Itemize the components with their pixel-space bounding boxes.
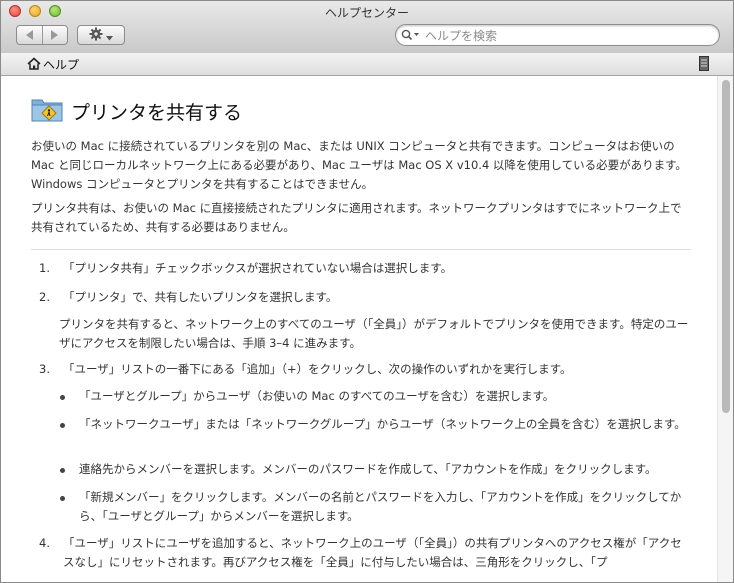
step-4-text: 「ユーザ」リストにユーザを追加すると、ネットワーク上のユーザ（「全員」）の共有プ… <box>63 536 682 569</box>
path-bar: ヘルプ <box>1 53 733 76</box>
title-bar: ヘルプセンター ヘルプを検索 <box>1 1 733 54</box>
back-forward-control <box>16 25 68 45</box>
bullet-icon <box>60 468 65 473</box>
breadcrumb-home[interactable]: ヘルプ <box>27 56 79 73</box>
breadcrumb-label: ヘルプ <box>43 58 80 72</box>
step-number: 3. <box>39 362 50 376</box>
step-number: 4. <box>39 536 50 550</box>
bookmark-icon[interactable] <box>699 56 709 75</box>
search-icon <box>401 26 421 45</box>
intro-paragraph-2: プリンタ共有は、お使いの Mac に直接接続されたプリンタに適用されます。ネット… <box>31 201 682 234</box>
back-arrow-icon <box>25 30 33 40</box>
article-content: プリンタを共有する お使いの Mac に接続されているプリンタを別の Mac、ま… <box>1 76 718 582</box>
bullet-icon <box>60 423 65 428</box>
search-field[interactable]: ヘルプを検索 <box>395 24 720 46</box>
step-2-text: 「プリンタ」で、共有したいプリンタを選択します。 <box>63 290 338 304</box>
list-item: 「ユーザとグループ」からユーザ（お使いの Mac のすべてのユーザを含む）を選択… <box>79 389 555 403</box>
forward-arrow-icon <box>51 30 59 40</box>
bullet-icon <box>60 496 65 501</box>
shared-folder-icon <box>31 96 63 126</box>
window-title: ヘルプセンター <box>324 6 409 20</box>
search-input[interactable]: ヘルプを検索 <box>425 27 497 44</box>
help-center-window: ヘルプセンター ヘルプを検索 ヘルプ プリンタを共有する お使いの Mac に接… <box>0 0 734 583</box>
forward-button[interactable] <box>43 26 68 44</box>
chevron-down-icon <box>106 26 113 45</box>
back-button[interactable] <box>17 26 43 44</box>
scrollbar-thumb[interactable] <box>722 80 730 413</box>
step-3-text: 「ユーザ」リストの一番下にある「追加」（+）をクリックし、次の操作のいずれかを実… <box>63 362 572 376</box>
gear-icon <box>89 26 103 45</box>
step-number: 2. <box>39 290 50 304</box>
action-menu-button[interactable] <box>77 25 125 45</box>
step-1-text: 「プリンタ共有」チェックボックスが選択されていない場合は選択します。 <box>63 261 453 275</box>
list-item: 連絡先からメンバーを選択します。メンバーのパスワードを作成して、「アカウントを作… <box>79 462 657 476</box>
step-number: 1. <box>39 261 50 275</box>
list-item: 「新規メンバー」をクリックします。メンバーの名前とパスワードを入力し、「アカウン… <box>79 490 682 523</box>
home-icon <box>27 56 41 73</box>
article-header: プリンタを共有する <box>31 96 242 126</box>
list-item: 「ネットワークユーザ」または「ネットワークグループ」からユーザ（ネットワーク上の… <box>79 417 686 431</box>
intro-paragraph-1: お使いの Mac に接続されているプリンタを別の Mac、または UNIX コン… <box>31 139 687 191</box>
bullet-icon <box>60 395 65 400</box>
step-2-note: プリンタを共有すると、ネットワーク上のすべてのユーザ（「全員」）がデフォルトでプ… <box>59 317 689 350</box>
divider <box>31 249 691 250</box>
article-title: プリンタを共有する <box>71 101 243 124</box>
